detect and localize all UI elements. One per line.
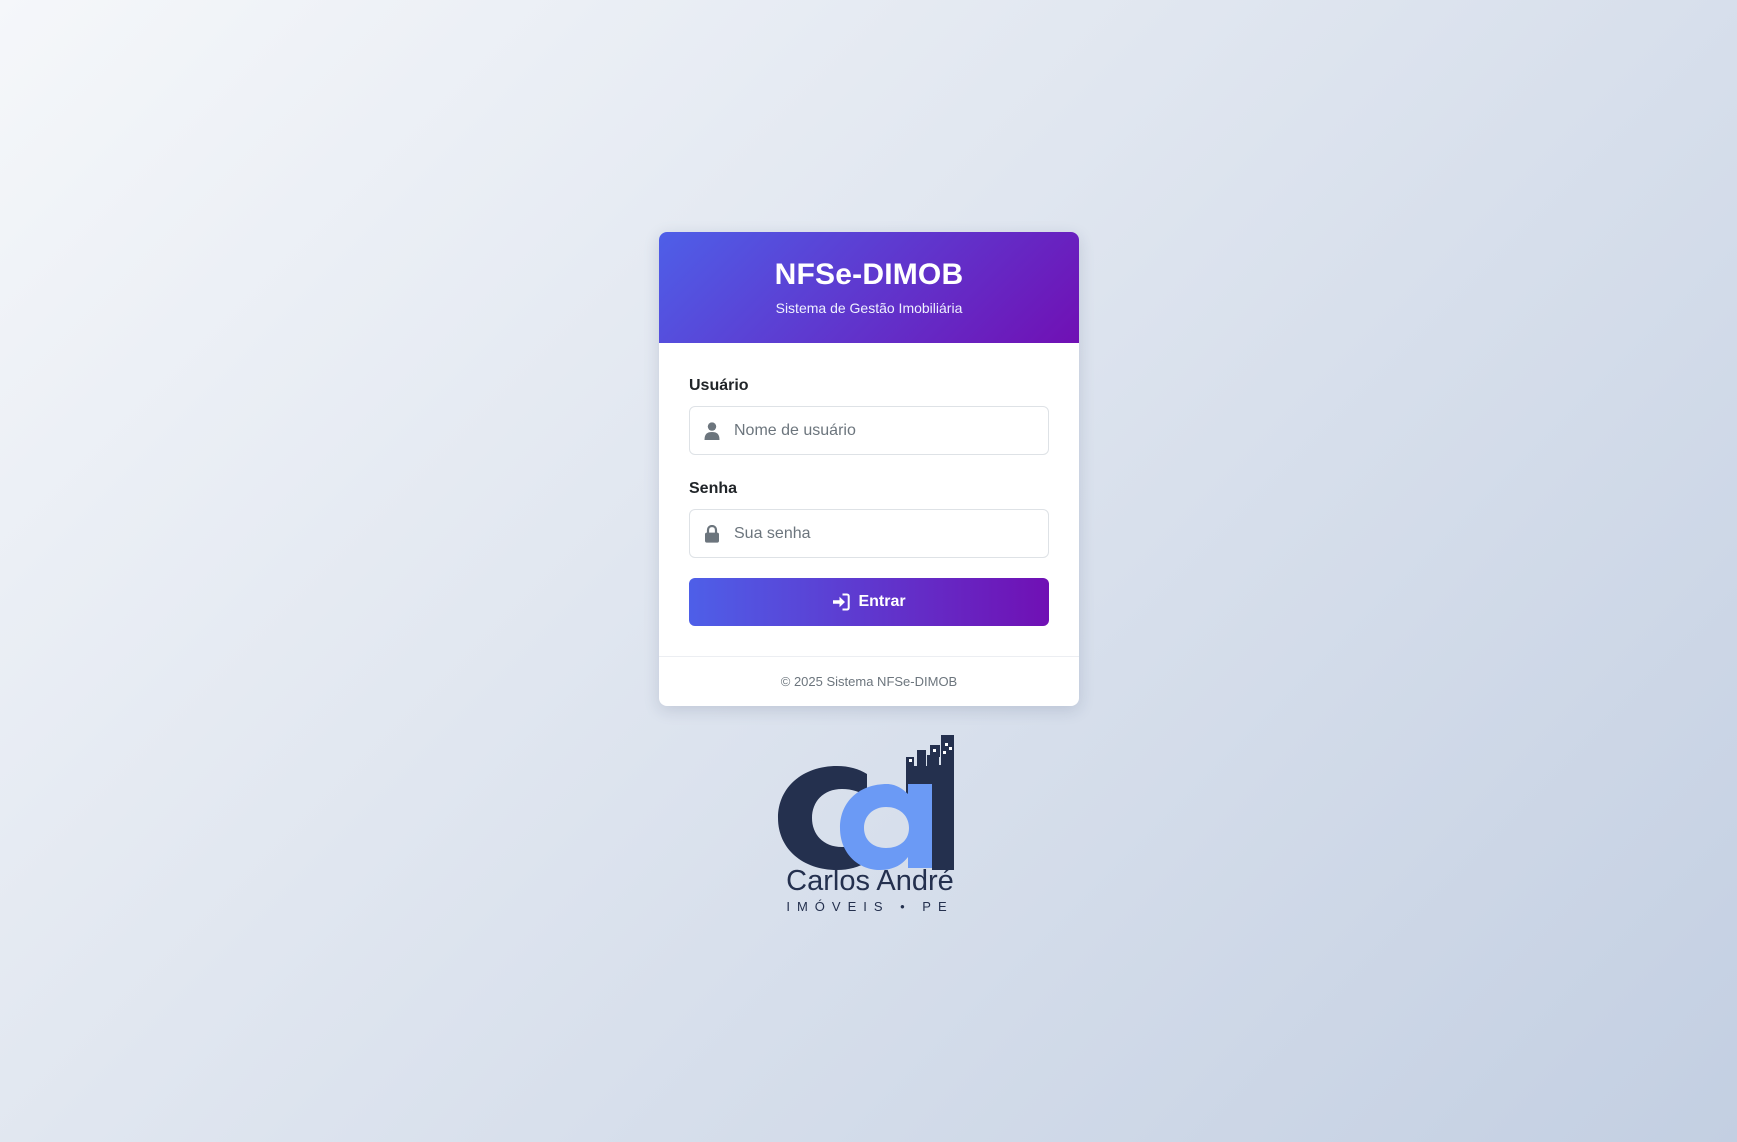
logo-monogram-icon	[778, 735, 954, 870]
username-field[interactable]	[689, 406, 1049, 455]
lock-icon	[705, 525, 719, 543]
login-card-header: NFSe-DIMOB Sistema de Gestão Imobiliária	[659, 232, 1079, 343]
password-field[interactable]	[689, 509, 1049, 558]
username-input[interactable]	[734, 407, 1034, 454]
password-label: Senha	[689, 480, 738, 497]
logo-brand-name: Carlos André	[786, 865, 954, 897]
company-logo: Carlos André IMÓVEIS • PE	[775, 735, 965, 915]
username-label: Usuário	[689, 377, 749, 394]
password-input[interactable]	[734, 510, 1034, 557]
user-icon	[704, 422, 720, 440]
sign-in-icon	[833, 593, 851, 611]
login-button[interactable]: Entrar	[689, 578, 1049, 626]
login-form: Usuário Senha Entrar	[659, 343, 1079, 656]
copyright-footer: © 2025 Sistema NFSe-DIMOB	[659, 656, 1079, 706]
app-title: NFSe-DIMOB	[774, 258, 964, 291]
login-button-label: Entrar	[858, 593, 906, 610]
app-subtitle: Sistema de Gestão Imobiliária	[775, 300, 963, 316]
logo-brand-tagline: IMÓVEIS • PE	[786, 899, 954, 914]
login-card: NFSe-DIMOB Sistema de Gestão Imobiliária…	[659, 232, 1079, 706]
